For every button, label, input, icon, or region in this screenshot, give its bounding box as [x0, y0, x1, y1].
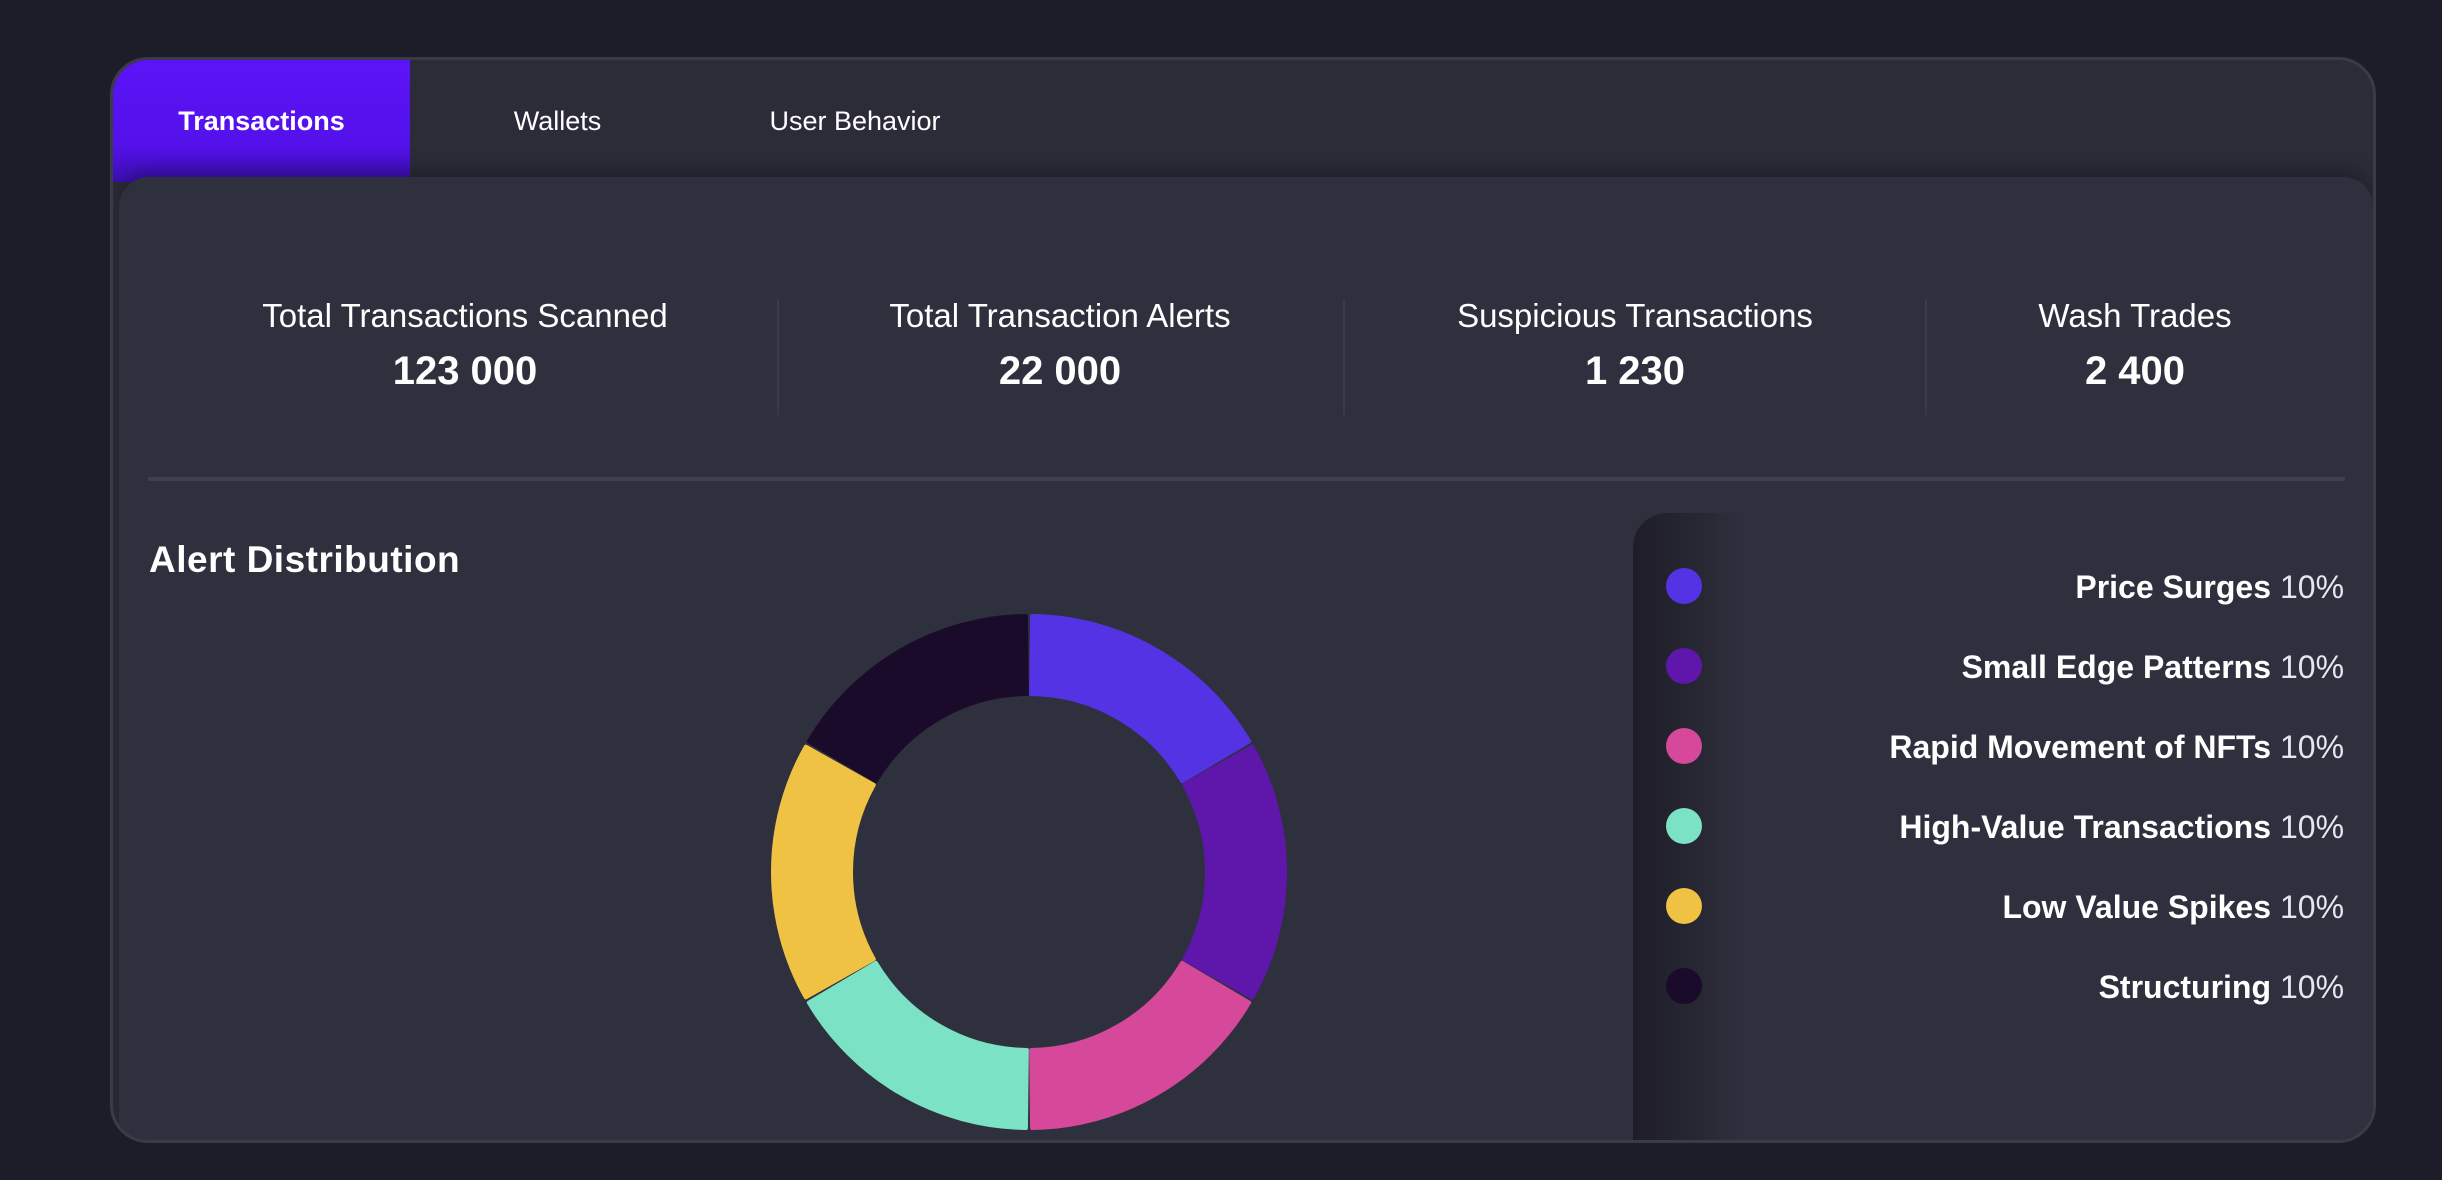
legend-label: Rapid Movement of NFTs [1889, 729, 2271, 765]
stat-label: Suspicious Transactions [1457, 297, 1813, 334]
legend-color-dot [1666, 648, 1702, 684]
tab-bar: Transactions Wallets User Behavior [113, 60, 2373, 182]
legend-value: 10% [2280, 729, 2345, 765]
legend-item: Structuring 10% [1633, 961, 2353, 1011]
donut-slice-small-edge-patterns [1182, 744, 1287, 1000]
stat-label: Wash Trades [2038, 297, 2232, 334]
stat-value: 22 000 [998, 349, 1122, 393]
legend-color-dot [1666, 808, 1702, 844]
legend-value: 10% [2280, 569, 2345, 605]
stat-value: 123 000 [392, 349, 538, 393]
legend-item: Price Surges 10% [1633, 561, 2353, 611]
legend-color-dot [1666, 568, 1702, 604]
donut-slice-high-value-transactions [806, 960, 1029, 1130]
stat-divider [1925, 299, 1927, 415]
legend-label: Structuring [2098, 969, 2271, 1005]
donut-slice-rapid-movement-of-nfts [1029, 960, 1252, 1130]
stat-label: Total Transaction Alerts [889, 297, 1231, 334]
legend-value: 10% [2280, 649, 2345, 685]
tab-wallets[interactable]: Wallets [410, 60, 705, 182]
legend-value: 10% [2280, 889, 2345, 925]
alert-distribution-legend: Price Surges 10% Small Edge Patterns 10% Rap… [1633, 513, 2353, 1140]
legend-value: 10% [2280, 969, 2345, 1005]
stats-row: Total Transactions Scanned 123 000 Total… [119, 177, 2373, 417]
alert-distribution-donut-chart [771, 614, 1287, 1130]
stat-value: 1 230 [1584, 349, 1686, 393]
legend-label: Price Surges [2075, 569, 2271, 605]
stat-value: 2 400 [2084, 349, 2186, 393]
donut-slice-structuring [806, 614, 1029, 784]
section-divider [148, 477, 2345, 481]
donut-slice-low-value-spikes [771, 744, 876, 1000]
legend-color-dot [1666, 968, 1702, 1004]
stat-label: Total Transactions Scanned [262, 297, 668, 334]
dashboard-card: Transactions Wallets User Behavior Total… [110, 57, 2376, 1143]
legend-item: Rapid Movement of NFTs 10% [1633, 721, 2353, 771]
legend-item: High-Value Transactions 10% [1633, 801, 2353, 851]
legend-value: 10% [2280, 809, 2345, 845]
legend-label: High-Value Transactions [1899, 809, 2271, 845]
legend-label: Low Value Spikes [2002, 889, 2271, 925]
legend-item: Low Value Spikes 10% [1633, 881, 2353, 931]
stat-divider [1343, 299, 1345, 415]
stat-suspicious-transactions: Suspicious Transactions 1 230 [1457, 297, 1813, 394]
tab-user-behavior[interactable]: User Behavior [705, 60, 1005, 182]
legend-color-dot [1666, 728, 1702, 764]
legend-label: Small Edge Patterns [1961, 649, 2271, 685]
stat-total-transaction-alerts: Total Transaction Alerts 22 000 [889, 297, 1230, 394]
alert-distribution-title: Alert Distribution [149, 539, 461, 580]
tab-transactions[interactable]: Transactions [113, 60, 410, 182]
legend-item: Small Edge Patterns 10% [1633, 641, 2353, 691]
stat-divider [777, 299, 779, 415]
donut-slice-price-surges [1029, 614, 1252, 784]
transactions-panel: Total Transactions Scanned 123 000 Total… [119, 177, 2373, 1140]
legend-color-dot [1666, 888, 1702, 924]
stat-wash-trades: Wash Trades 2 400 [2038, 297, 2231, 394]
stat-total-transactions-scanned: Total Transactions Scanned 123 000 [262, 297, 667, 394]
